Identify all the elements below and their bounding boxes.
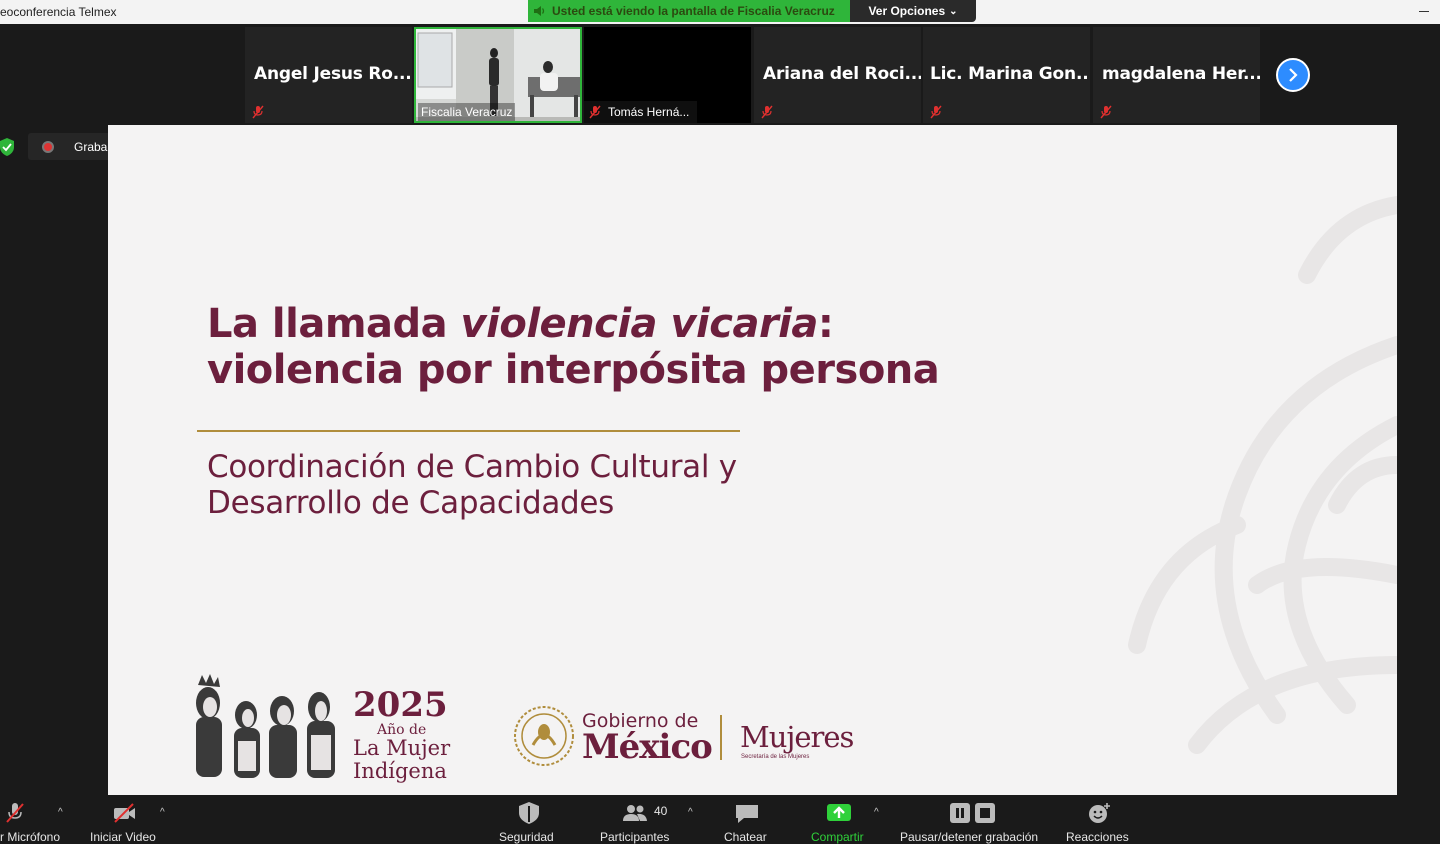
- participants-icon: [623, 805, 647, 821]
- reactions-label: Reacciones: [1066, 830, 1129, 844]
- participants-count: 40: [654, 804, 668, 818]
- minimize-button[interactable]: [1416, 2, 1432, 18]
- participant-tile[interactable]: magdalena Her...: [1093, 27, 1260, 123]
- slide-subtitle-line2: Desarrollo de Capacidades: [207, 485, 615, 521]
- chevron-down-icon: ⌄: [949, 5, 958, 17]
- shield-icon: [519, 802, 539, 824]
- speaker-icon: [534, 6, 545, 16]
- chat-label: Chatear: [724, 830, 767, 844]
- decorative-pattern: [1128, 196, 1397, 754]
- reactions-icon: [1089, 803, 1110, 823]
- chevron-right-icon: [1289, 68, 1298, 82]
- participants-label: Participantes: [600, 830, 670, 844]
- video-off-icon: [114, 803, 135, 823]
- muted-mic-icon: [252, 105, 264, 119]
- chat-icon: [736, 805, 758, 823]
- participant-name: magdalena Her...: [1102, 64, 1260, 84]
- viewing-screen-indicator: Usted está viendo la pantalla de Fiscali…: [528, 0, 850, 22]
- participant-name: Ariana del Roci...: [763, 64, 921, 84]
- share-screen-label: Compartir: [811, 830, 864, 844]
- muted-mic-icon: [1100, 105, 1112, 119]
- participant-name: Tomás Herná...: [608, 105, 690, 119]
- chevron-up-icon[interactable]: ^: [160, 807, 165, 818]
- view-options-label: Ver Opciones: [868, 4, 946, 18]
- muted-mic-icon: [930, 105, 942, 119]
- share-screen-button[interactable]: ^ Compartir: [808, 795, 890, 844]
- start-video-label: Iniciar Video: [90, 830, 156, 844]
- divider: [197, 430, 740, 432]
- share-message: Usted está viendo la pantalla de Fiscali…: [552, 4, 835, 18]
- start-video-button[interactable]: ^ Iniciar Video: [88, 795, 180, 844]
- shared-screen: La llamada violencia vicaria: violencia …: [108, 125, 1397, 795]
- recording-dot-icon: [42, 140, 54, 153]
- participant-tile[interactable]: Angel Jesus Ro...: [245, 27, 412, 123]
- chevron-up-icon[interactable]: ^: [58, 807, 63, 818]
- reactions-button[interactable]: Reacciones: [1064, 795, 1134, 844]
- chat-button[interactable]: Chatear: [722, 795, 772, 844]
- muted-mic-icon: [761, 105, 773, 119]
- pause-stop-recording-button[interactable]: Pausar/detener grabación: [898, 795, 1050, 844]
- pause-stop-recording-label: Pausar/detener grabación: [900, 830, 1039, 844]
- security-label: Seguridad: [499, 830, 554, 844]
- participant-tile[interactable]: Tomás Herná...: [584, 27, 751, 123]
- chevron-up-icon[interactable]: ^: [688, 807, 693, 818]
- security-button[interactable]: Seguridad: [496, 795, 562, 844]
- participant-name-tag: Tomás Herná...: [584, 101, 698, 123]
- logo-divider: [720, 715, 722, 760]
- share-banner: Usted está viendo la pantalla de Fiscali…: [528, 0, 976, 22]
- muted-microphone-icon: [6, 803, 24, 823]
- pause-stop-icon: [950, 803, 995, 823]
- slide-subtitle-line1: Coordinación de Cambio Cultural y: [207, 449, 737, 485]
- participant-tile[interactable]: Lic. Marina Gon...: [923, 27, 1090, 123]
- view-options-button[interactable]: Ver Opciones ⌄: [850, 0, 976, 22]
- gallery-next-button[interactable]: [1276, 58, 1310, 92]
- participant-gallery: Angel Jesus Ro... Fiscalia Veracruz Tomá…: [0, 24, 1440, 125]
- chevron-up-icon[interactable]: ^: [874, 807, 879, 818]
- muted-mic-icon: [589, 105, 601, 119]
- slide-title-line1: La llamada violencia vicaria:: [207, 301, 834, 347]
- participant-name: Lic. Marina Gon...: [930, 64, 1090, 84]
- window-title: eoconferencia Telmex: [0, 5, 117, 19]
- slide-title-line2: violencia por interpósita persona: [207, 347, 940, 393]
- national-seal-icon: [514, 706, 574, 766]
- participants-button[interactable]: 40 ^ Participantes: [598, 795, 702, 844]
- participant-name: Fiscalia Veracruz: [418, 103, 516, 121]
- meeting-toolbar: ^ r Micrófono ^ Iniciar Video Seguridad …: [0, 795, 1440, 844]
- participant-name: Angel Jesus Ro...: [254, 64, 412, 84]
- security-shield-icon: [0, 138, 14, 156]
- participant-video-tile[interactable]: Fiscalia Veracruz: [414, 27, 582, 123]
- share-screen-icon: [827, 804, 851, 821]
- microphone-label: r Micrófono: [0, 830, 61, 844]
- participant-tile[interactable]: Ariana del Roci...: [754, 27, 921, 123]
- indigenous-women-illustration: [196, 674, 335, 778]
- microphone-button[interactable]: ^ r Micrófono: [0, 795, 80, 844]
